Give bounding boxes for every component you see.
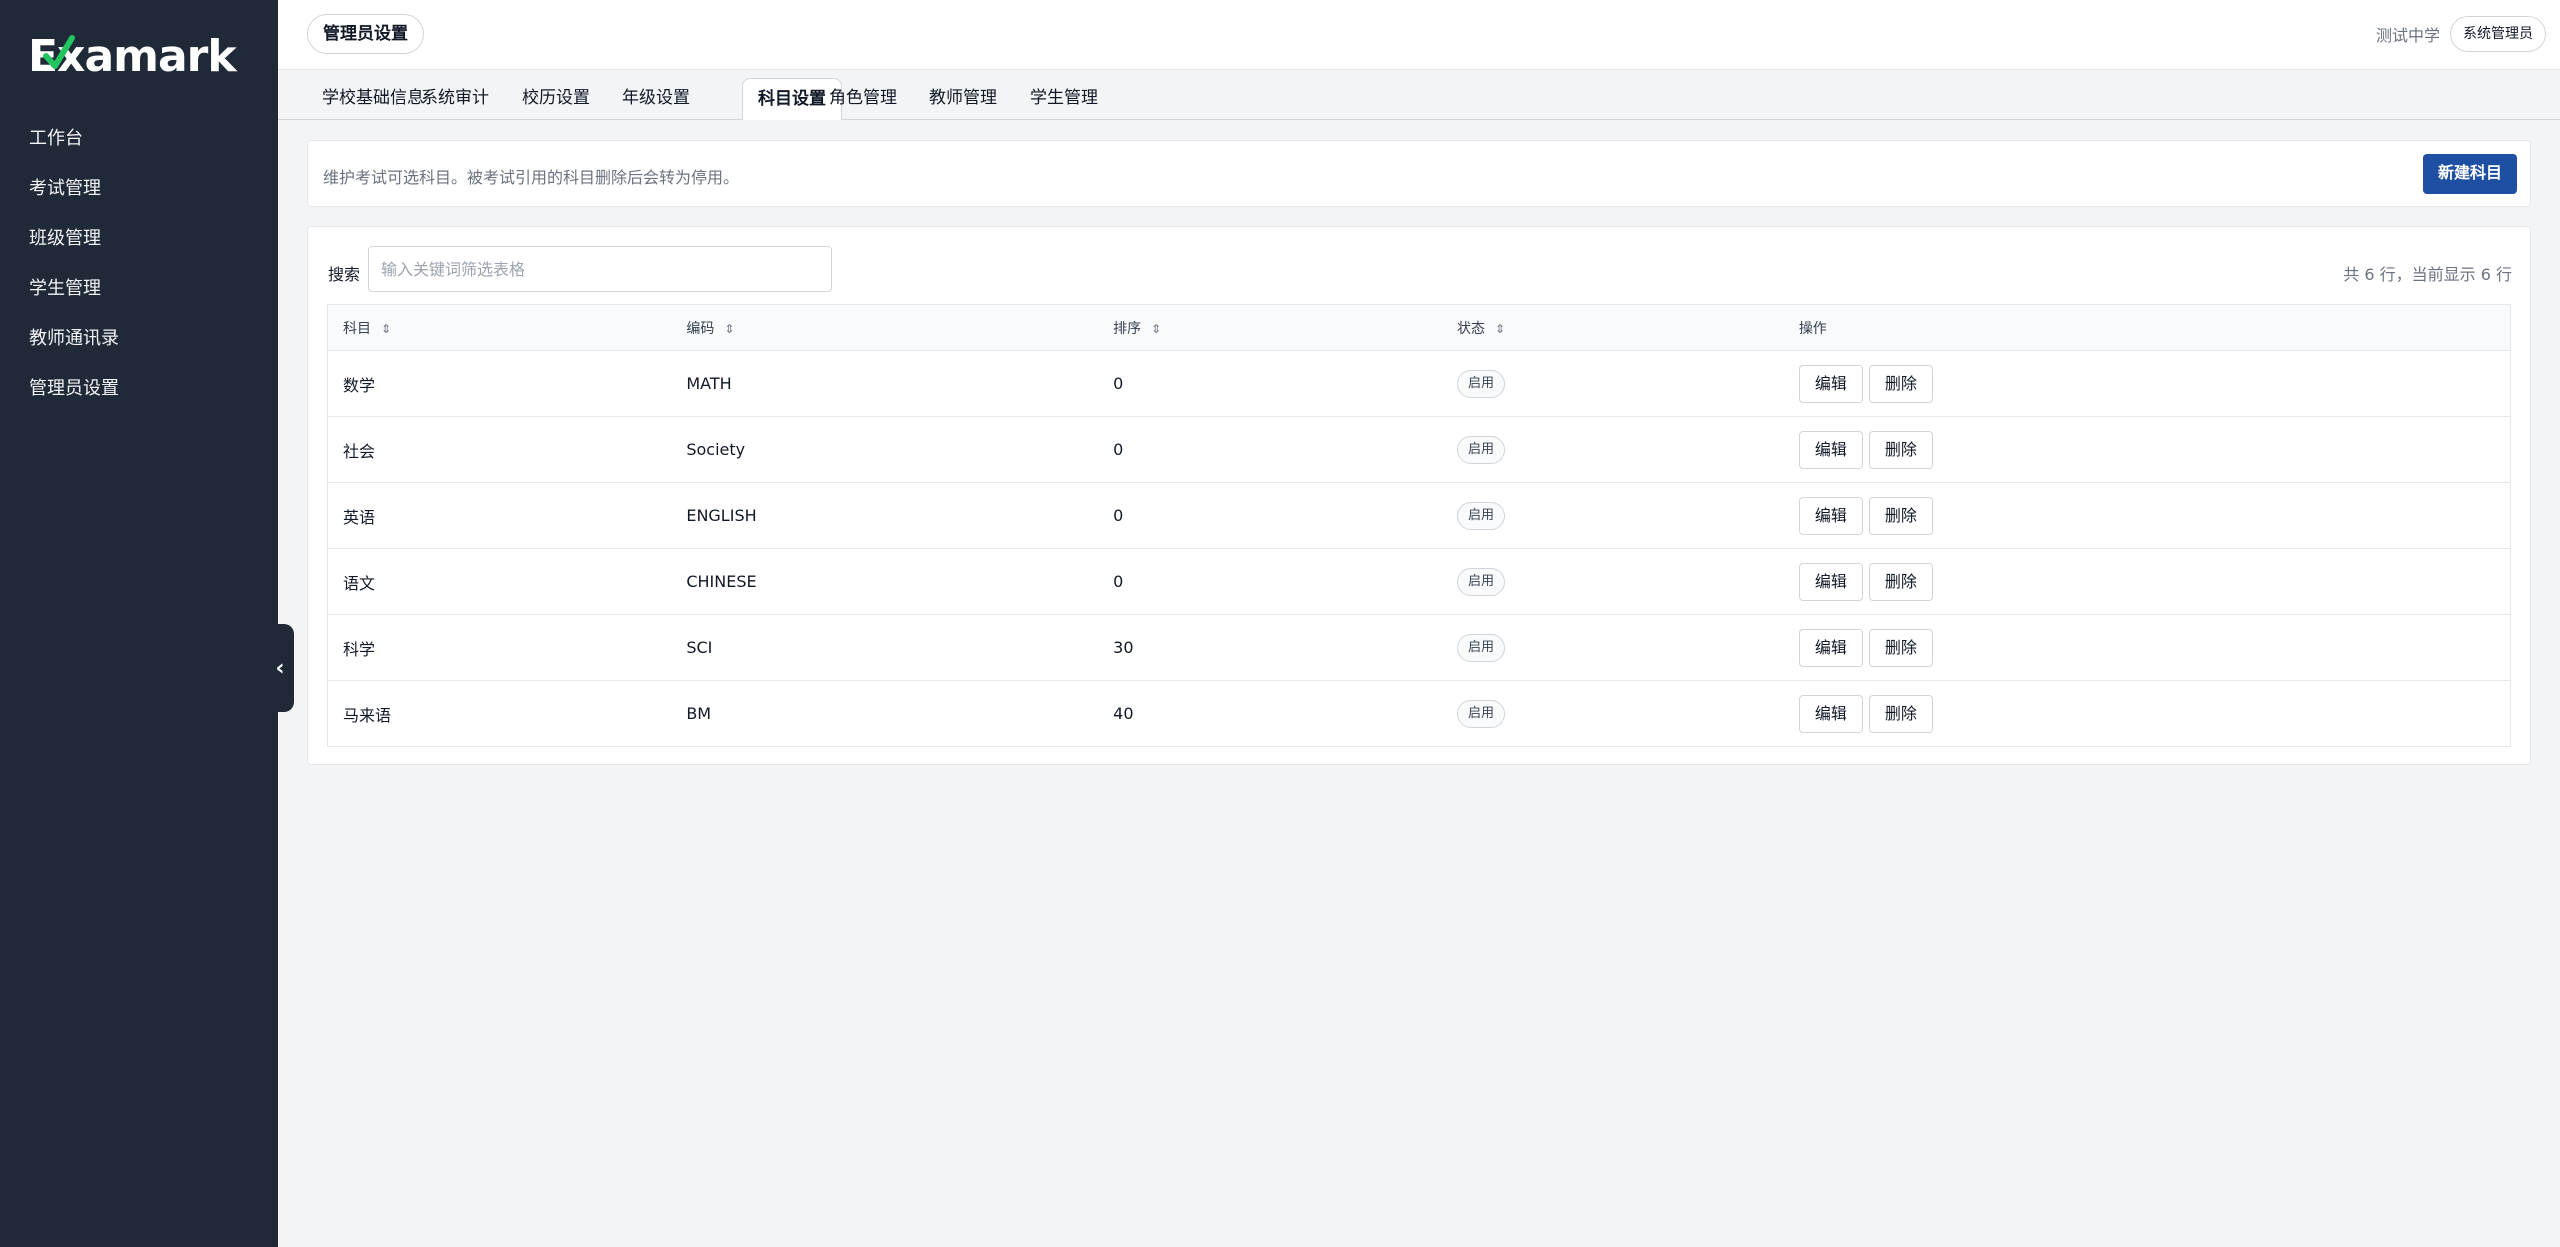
cell-subject: 科学 xyxy=(327,614,672,681)
cell-code: SCI xyxy=(671,614,1099,681)
cell-actions: 编辑 删除 xyxy=(1783,614,2511,681)
settings-tabs: 学校基础信息 系统审计 校历设置 年级设置 科目设置 角色管理 教师管理 学生管… xyxy=(278,70,2560,120)
table-row: 数学 MATH 0 启用 编辑 删除 xyxy=(327,350,2511,417)
delete-button[interactable]: 删除 xyxy=(1868,694,1933,733)
delete-button[interactable]: 删除 xyxy=(1868,430,1933,469)
cell-code: CHINESE xyxy=(671,548,1099,615)
table-row: 语文 CHINESE 0 启用 编辑 删除 xyxy=(327,548,2511,615)
cell-subject: 马来语 xyxy=(343,705,392,725)
status-badge: 启用 xyxy=(1456,567,1505,596)
sidebar-collapse-button[interactable]: ‹ xyxy=(266,624,294,712)
delete-button[interactable]: 删除 xyxy=(1868,628,1933,667)
cell-order: 30 xyxy=(1098,614,1442,681)
tab-calendar-settings[interactable]: 校历设置 xyxy=(507,78,605,120)
cell-actions: 编辑 删除 xyxy=(1784,681,2511,747)
subject-info-card: 维护考试可选科目。被考试引用的科目删除后会转为停用。 新建科目 xyxy=(307,140,2531,207)
cell-actions: 编辑 删除 xyxy=(1783,416,2511,483)
edit-button[interactable]: 编辑 xyxy=(1798,562,1863,601)
user-role-badge[interactable]: 系统管理员 xyxy=(2450,16,2546,52)
cell-subject: 语文 xyxy=(327,548,672,615)
cell-status: 启用 xyxy=(1441,548,1784,615)
sidebar-item-admin-settings[interactable]: 管理员设置 xyxy=(0,364,278,414)
cell-actions: 编辑 删除 xyxy=(1783,482,2511,549)
edit-button[interactable]: 编辑 xyxy=(1798,496,1863,535)
sort-icon[interactable]: ⇕ xyxy=(1151,322,1161,336)
delete-button[interactable]: 删除 xyxy=(1868,562,1933,601)
delete-button[interactable]: 删除 xyxy=(1868,364,1933,403)
cell-order: 40 xyxy=(1113,704,1134,723)
cell-order: 0 xyxy=(1098,416,1442,483)
sort-icon[interactable]: ⇕ xyxy=(1495,322,1505,336)
sidebar-item-teacher-directory[interactable]: 教师通讯录 xyxy=(0,314,278,364)
cell-order: 0 xyxy=(1098,482,1442,549)
status-badge: 启用 xyxy=(1456,633,1505,662)
sidebar-item-students[interactable]: 学生管理 xyxy=(0,264,278,314)
cell-order: 0 xyxy=(1098,548,1442,615)
cell-status: 启用 xyxy=(1441,614,1784,681)
cell-subject: 数学 xyxy=(327,350,672,417)
cell-code: BM xyxy=(686,704,712,723)
table-row: 英语 ENGLISH 0 启用 编辑 删除 xyxy=(327,482,2511,549)
status-badge: 启用 xyxy=(1456,435,1505,464)
tab-teacher-management[interactable]: 教师管理 xyxy=(914,78,1012,120)
info-description: 维护考试可选科目。被考试引用的科目删除后会转为停用。 xyxy=(323,168,740,187)
cell-code: ENGLISH xyxy=(671,482,1099,549)
sidebar-item-classes[interactable]: 班级管理 xyxy=(0,214,278,264)
cell-code: Society xyxy=(671,416,1099,483)
cell-status: 启用 xyxy=(1442,681,1784,747)
status-badge: 启用 xyxy=(1456,699,1505,728)
cell-status: 启用 xyxy=(1441,416,1784,483)
delete-button[interactable]: 删除 xyxy=(1868,496,1933,535)
sidebar-item-exams[interactable]: 考试管理 xyxy=(0,164,278,214)
edit-button[interactable]: 编辑 xyxy=(1798,364,1863,403)
column-header-actions: 操作 xyxy=(1783,304,2511,351)
cell-subject: 英语 xyxy=(327,482,672,549)
column-header-order[interactable]: 排序 ⇕ xyxy=(1098,304,1442,351)
new-subject-button[interactable]: 新建科目 xyxy=(2422,154,2517,194)
cell-subject: 社会 xyxy=(327,416,672,483)
sort-icon[interactable]: ⇕ xyxy=(724,322,734,336)
sidebar-item-workbench[interactable]: 工作台 xyxy=(0,114,278,164)
top-header: 管理员设置 测试中学 系统管理员 xyxy=(278,0,2560,70)
table-row: 社会 Society 0 启用 编辑 删除 xyxy=(327,416,2511,483)
examark-logo[interactable]: Examark xyxy=(28,26,237,86)
cell-order: 0 xyxy=(1098,350,1442,417)
status-badge: 启用 xyxy=(1456,501,1505,530)
column-header-code[interactable]: 编码 ⇕ xyxy=(671,304,1099,351)
logo-check-icon xyxy=(43,35,75,69)
edit-button[interactable]: 编辑 xyxy=(1798,628,1863,667)
cell-code: MATH xyxy=(671,350,1099,417)
table-header-row: 科目 ⇕ 编码 ⇕ 排序 ⇕ 状态 ⇕ 操作 xyxy=(327,304,2511,351)
table-row: 马来语 BM 40 启用 编辑 删除 xyxy=(328,681,2511,747)
cell-status: 启用 xyxy=(1441,350,1784,417)
search-input[interactable] xyxy=(368,246,832,292)
tab-student-management[interactable]: 学生管理 xyxy=(1015,78,1113,120)
cell-actions: 编辑 删除 xyxy=(1783,350,2511,417)
school-name: 测试中学 xyxy=(2375,26,2440,45)
edit-button[interactable]: 编辑 xyxy=(1798,694,1863,733)
edit-button[interactable]: 编辑 xyxy=(1798,430,1863,469)
subject-table-card: 搜索 共 6 行，当前显示 6 行 科目⇕ 编码⇕ 排序⇕ 状态⇕ 操作 数学 … xyxy=(307,226,2531,765)
cell-status: 启用 xyxy=(1441,482,1784,549)
table-row: 科学 SCI 30 启用 编辑 删除 xyxy=(327,614,2511,681)
tab-grade-settings[interactable]: 年级设置 xyxy=(607,78,705,120)
subject-table: 科目 ⇕ 编码 ⇕ 排序 ⇕ 状态 ⇕ 操作 数学 MATH 0 启用 编辑 删除 社会 … xyxy=(327,304,2511,747)
row-count: 共 6 行，当前显示 6 行 xyxy=(2343,265,2512,284)
sidebar-nav: 工作台 考试管理 班级管理 学生管理 教师通讯录 管理员设置 xyxy=(0,114,278,414)
chevron-left-icon: ‹ xyxy=(275,655,285,681)
sort-icon[interactable]: ⇕ xyxy=(381,322,391,336)
tab-system-audit[interactable]: 系统审计 xyxy=(406,78,504,120)
status-badge: 启用 xyxy=(1456,369,1505,398)
sidebar: Examark 工作台 考试管理 班级管理 学生管理 教师通讯录 管理员设置 xyxy=(0,0,278,1247)
column-header-status[interactable]: 状态 ⇕ xyxy=(1441,304,1784,351)
page-title: 管理员设置 xyxy=(307,14,424,54)
cell-actions: 编辑 删除 xyxy=(1783,548,2511,615)
column-header-subject[interactable]: 科目 ⇕ xyxy=(327,304,672,351)
tab-role-management[interactable]: 角色管理 xyxy=(814,78,912,120)
search-label: 搜索 xyxy=(328,265,361,284)
